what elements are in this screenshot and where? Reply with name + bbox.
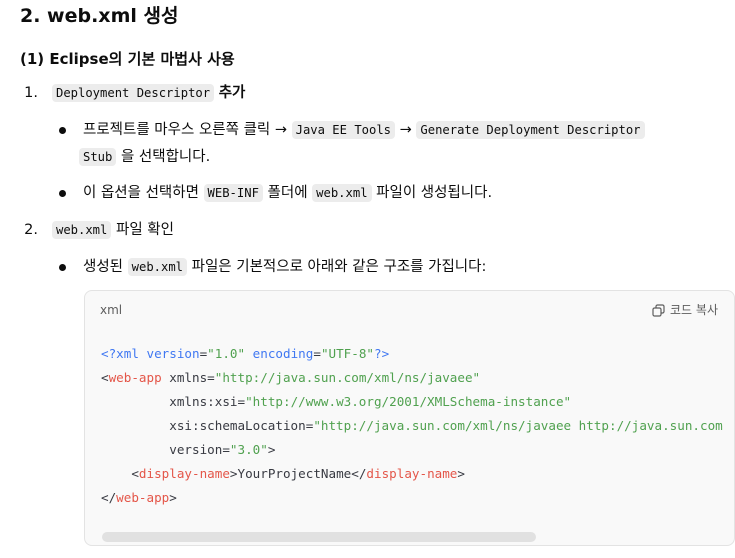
code-token: "1.0" [207,346,246,361]
text-run: 파일은 기본적으로 아래와 같은 구조를 가집니다: [187,259,487,275]
text-run: 을 선택합니다. [116,149,211,165]
step-1-line: Deployment Descriptor 추가 [52,82,245,104]
bullet-dot [59,264,66,271]
text-run: 생성된 [83,259,128,275]
code-token: display-name [366,466,458,481]
bullet-text: 이 옵션을 선택하면 WEB-INF 폴더에 web.xml 파일이 생성됩니다… [83,182,492,204]
code-token: < [101,466,139,481]
text-run: 폴더에 [262,185,313,201]
copy-icon [652,303,665,317]
inline-code: Generate Deployment Descriptor [416,121,645,139]
code-token: web-app [116,490,170,505]
code-token: xmlns [161,370,208,385]
code-language-label: xml [100,303,123,317]
text-run: 이 옵션을 선택하면 [83,185,204,201]
code-content: <?xml version="1.0" encoding="UTF-8"?> <… [101,342,723,510]
code-token: = [207,370,215,385]
code-token: > [457,466,465,481]
step-number-2: 2. [24,222,38,238]
code-token: "http://www.w3.org/2001/XMLSchema-instan… [245,394,572,409]
bullet-text-continued: Stub 을 선택합니다. [79,146,210,168]
copy-code-label: 코드 복사 [670,303,718,317]
subsection-heading: (1) Eclipse의 기본 마법사 사용 [20,50,235,68]
inline-code: web.xml [312,184,372,202]
step-number-1: 1. [24,85,38,101]
code-token: >YourProjectName</ [229,466,367,481]
text-run: 파일 확인 [111,222,174,238]
code-token: xsi:schemaLocation [101,418,306,433]
code-token: "UTF-8" [320,346,375,361]
section-heading: 2. web.xml 생성 [20,5,179,27]
copy-code-button[interactable]: 코드 복사 [652,301,718,319]
code-token: "3.0" [229,442,268,457]
inline-code: web.xml [52,221,112,239]
inline-code: Java EE Tools [291,121,396,139]
bullet-dot [59,190,66,197]
code-token: < [101,370,109,385]
inline-code: web.xml [127,258,188,276]
code-token: = [222,442,230,457]
code-token: version [101,442,223,457]
text-run: 파일이 생성됩니다. [371,185,493,201]
text-run: → [395,122,417,138]
code-token: = [313,346,321,361]
code-token: ?> [374,346,390,361]
code-token: </ [101,490,117,505]
step-2-line: web.xml 파일 확인 [52,219,174,241]
code-token: display-name [138,466,230,481]
code-token: encoding [245,346,314,361]
code-token: web-app [108,370,162,385]
bullet-dot [59,127,66,134]
code-token: > [169,490,177,505]
code-token: <?xml [101,346,147,361]
code-token: = [237,394,246,409]
code-token: xmlns:xsi [101,394,238,409]
bullet-text: 프로젝트를 마우스 오른쪽 클릭 → Java EE Tools → Gener… [83,119,645,141]
code-token: "http://java.sun.com/xml/ns/javaee" [214,370,481,385]
inline-code: Stub [79,148,117,166]
code-token: version [146,346,200,361]
inline-code: Deployment Descriptor [52,84,215,102]
code-token: > [267,442,276,457]
inline-code: WEB-INF [203,184,263,202]
code-token: "http://java.sun.com/xml/ns/javaee http:… [313,418,723,433]
horizontal-scrollbar[interactable] [102,532,536,542]
code-block: xml 코드 복사 <?xml version="1.0" encoding="… [84,290,735,546]
step-1-suffix: 추가 [218,85,246,101]
text-run: 프로젝트를 마우스 오른쪽 클릭 → [83,122,292,138]
bullet-text: 생성된 web.xml 파일은 기본적으로 아래와 같은 구조를 가집니다: [83,256,486,278]
